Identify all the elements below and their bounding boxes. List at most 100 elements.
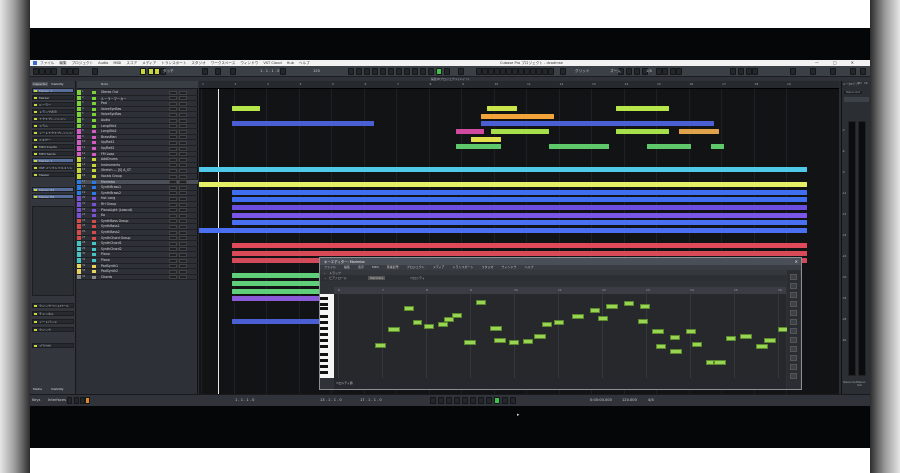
toolbar-button-17[interactable] — [356, 68, 362, 75]
playhead[interactable] — [218, 89, 219, 394]
tool-icon[interactable] — [790, 373, 797, 379]
toolbar-button-24[interactable] — [412, 68, 418, 75]
solo-button[interactable] — [179, 275, 187, 280]
toolbar-button-28[interactable] — [444, 68, 450, 75]
menu-item-1[interactable]: 編集 — [59, 61, 66, 66]
toolbar-button-59[interactable] — [850, 68, 856, 75]
part-name[interactable]: Marimba — [368, 276, 386, 280]
toolbar-button-53[interactable] — [738, 68, 744, 75]
midi-note[interactable] — [624, 301, 634, 306]
solo-button[interactable] — [179, 101, 187, 106]
solo-button[interactable] — [179, 224, 187, 229]
toolbar-button-25[interactable] — [420, 68, 426, 75]
tool-icon[interactable] — [790, 283, 797, 289]
mute-button[interactable] — [169, 202, 177, 207]
track-part[interactable] — [232, 205, 807, 210]
inspector-item-6[interactable]: ノートエクスプレッション — [32, 130, 74, 135]
black-key[interactable] — [320, 345, 328, 348]
toolbar-button-18[interactable] — [364, 68, 370, 75]
time-display[interactable]: 0:00:00.000 — [590, 398, 612, 402]
midi-note[interactable] — [388, 327, 400, 332]
transport-button-0[interactable] — [430, 397, 436, 404]
midi-note[interactable] — [554, 320, 564, 325]
track-row[interactable]: 34 Chords — [77, 274, 198, 281]
black-key[interactable] — [320, 353, 328, 356]
mute-button[interactable] — [169, 180, 177, 185]
toolbar-button-15[interactable] — [280, 68, 286, 75]
black-key[interactable] — [320, 315, 328, 318]
solo-button[interactable] — [179, 140, 187, 145]
solo-button[interactable] — [179, 241, 187, 246]
track-part[interactable] — [232, 212, 807, 218]
track-part[interactable] — [471, 136, 501, 142]
midi-note[interactable] — [638, 319, 648, 324]
mute-button[interactable] — [169, 219, 177, 224]
mute-button[interactable] — [169, 241, 177, 246]
timeline-ruler[interactable]: 1 2 3 4 5 6 7 8 9 10 11 12 13 14 15 16 17 18 19 — [199, 81, 839, 89]
toolbar-button-23[interactable] — [404, 68, 410, 75]
toolbar-button-42[interactable] — [548, 68, 554, 75]
black-key[interactable] — [320, 303, 328, 306]
solo-button[interactable] — [179, 269, 187, 274]
menu-item-6[interactable]: メディア — [142, 61, 156, 66]
transport-button-1[interactable] — [438, 397, 444, 404]
inspector-item-11[interactable]: VST インストゥルメント — [32, 165, 74, 170]
tempo-display[interactable]: 120.000 — [622, 398, 637, 402]
solo-button[interactable] — [179, 180, 187, 185]
inspector-item-10[interactable]: Marker 1 — [32, 158, 74, 163]
track-part[interactable] — [549, 144, 609, 150]
tool-icon[interactable] — [790, 310, 797, 316]
midi-note[interactable] — [714, 360, 726, 365]
midi-note[interactable] — [764, 338, 776, 343]
midi-note[interactable] — [652, 329, 664, 334]
solo-button[interactable] — [179, 163, 187, 168]
signature-display[interactable]: 4/4 — [648, 398, 654, 402]
toolbar-button-20[interactable] — [380, 68, 386, 75]
midi-note[interactable] — [686, 329, 696, 334]
toolbar-button-55[interactable] — [752, 68, 758, 75]
inspector-item-9[interactable]: MIDI Sends — [32, 151, 74, 156]
right-locator[interactable]: 17 . 1 . 1 . 0 — [360, 398, 382, 402]
mute-button[interactable] — [169, 252, 177, 257]
toolbar-button-19[interactable] — [372, 68, 378, 75]
menu-item-0[interactable]: ファイル — [40, 61, 54, 66]
key-editor-titlebar[interactable]: キーエディター: Marimba ✕ — [320, 258, 801, 265]
menu-item-11[interactable]: VST Cloud — [263, 61, 281, 65]
toolbar-button-43[interactable] — [560, 68, 566, 75]
midi-note[interactable] — [404, 306, 414, 311]
mute-button[interactable] — [169, 124, 177, 129]
inspector-tab-0[interactable]: Inspector — [32, 82, 48, 86]
midi-note[interactable] — [640, 304, 650, 309]
menu-item-10[interactable]: ウィンドウ — [240, 61, 258, 66]
position-display[interactable]: 1 . 1 . 1 . 0 — [235, 398, 254, 402]
inspector-item-4[interactable]: エクスプレッション — [32, 116, 74, 121]
left-locator[interactable]: 13 . 1 . 1 . 0 — [320, 398, 342, 402]
midi-note[interactable] — [756, 344, 768, 349]
track-part[interactable] — [232, 106, 260, 112]
toolbar-button-22[interactable] — [396, 68, 402, 75]
midi-note[interactable] — [670, 335, 680, 340]
toolbar-button-6[interactable] — [73, 68, 79, 75]
mute-button[interactable] — [169, 236, 177, 241]
zoom-label[interactable]: ズーム — [610, 69, 621, 74]
mute-button[interactable] — [169, 275, 177, 280]
maximize-icon[interactable]: □ — [833, 60, 837, 65]
midi-note[interactable] — [375, 343, 386, 348]
mixer-tab[interactable]: CR — [864, 82, 868, 85]
track-part[interactable] — [487, 106, 517, 112]
solo-button[interactable] — [179, 174, 187, 179]
inspector-item-17[interactable]: ノートパッド — [32, 319, 74, 324]
midi-note[interactable] — [424, 324, 434, 329]
quantize-readout[interactable]: 1/4 — [646, 69, 652, 73]
midi-note[interactable] — [542, 322, 552, 327]
menu-item-9[interactable]: ワークスペース — [211, 61, 236, 66]
solo-button[interactable] — [179, 196, 187, 201]
midi-note[interactable] — [606, 304, 618, 309]
transport-button-3[interactable] — [454, 397, 460, 404]
solo-button[interactable] — [179, 107, 187, 112]
mute-button[interactable] — [169, 135, 177, 140]
tool-icon[interactable] — [790, 292, 797, 298]
mute-button[interactable] — [169, 101, 177, 106]
track-part[interactable] — [199, 182, 807, 188]
mute-button[interactable] — [169, 129, 177, 134]
